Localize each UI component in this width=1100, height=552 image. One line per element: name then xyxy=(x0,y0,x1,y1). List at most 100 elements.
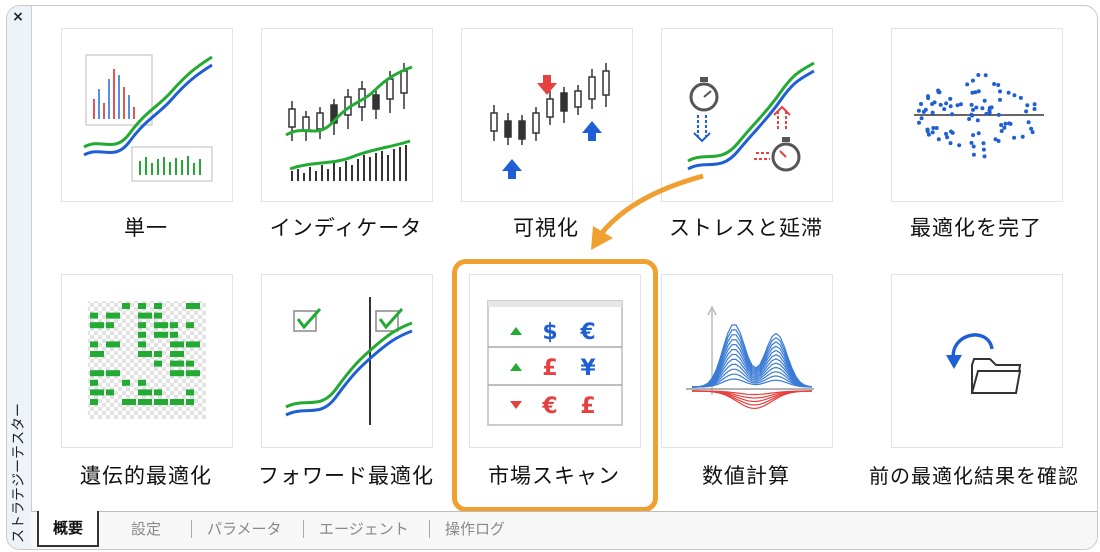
gene-block xyxy=(90,399,98,405)
gene-block xyxy=(106,312,120,319)
gene-block xyxy=(154,312,162,319)
scatter-dot xyxy=(944,101,949,106)
gene-block xyxy=(186,341,200,348)
scatter-dot xyxy=(923,107,928,112)
scatter-dot xyxy=(930,130,935,135)
scatter-dot xyxy=(930,110,935,115)
gene-block xyxy=(90,322,104,329)
scatter-dot xyxy=(996,83,1001,87)
scatter-dot xyxy=(971,144,976,149)
gene-block xyxy=(170,399,184,405)
gene-block xyxy=(106,389,114,396)
scatter-dot xyxy=(969,112,974,117)
gene-block xyxy=(186,303,200,309)
scatter-dot xyxy=(936,88,941,93)
scatter-dot xyxy=(1007,121,1012,126)
gene-block xyxy=(138,341,146,348)
mode-card-visualize[interactable] xyxy=(461,28,633,202)
mode-label-stress-delay: ストレスと延滞 xyxy=(669,216,823,240)
gene-block xyxy=(138,389,152,396)
gene-block xyxy=(90,312,98,319)
gene-block xyxy=(170,360,184,367)
scatter-dot xyxy=(976,89,981,94)
tab-separator xyxy=(303,520,304,538)
math-calculation-icon xyxy=(686,305,814,410)
scatter-dot xyxy=(1030,130,1035,135)
forward-optimization-icon xyxy=(285,297,413,425)
tab-overview[interactable]: 概要 xyxy=(37,511,100,547)
gene-block xyxy=(138,331,146,338)
gene-block xyxy=(106,341,120,348)
mode-card-complete-optimization[interactable] xyxy=(891,28,1063,202)
scatter-dot xyxy=(916,108,921,113)
gene-block xyxy=(154,360,162,367)
gene-block xyxy=(170,322,178,329)
scatter-dot xyxy=(957,143,962,148)
scatter-dot xyxy=(999,129,1004,133)
scatter-dot xyxy=(950,112,955,117)
scatter-dot xyxy=(942,107,947,112)
scatter-dot xyxy=(970,78,975,83)
mode-card-forward[interactable] xyxy=(261,274,433,448)
scatter-dot xyxy=(949,129,953,134)
scatter-dot xyxy=(1032,107,1037,111)
scatter-dot xyxy=(931,126,936,130)
gene-block xyxy=(138,312,152,319)
scatter-dot xyxy=(1020,134,1025,139)
gene-block xyxy=(90,379,98,386)
gene-block xyxy=(170,351,184,357)
mode-card-math[interactable] xyxy=(661,274,833,448)
scatter-dot xyxy=(975,118,980,123)
scatter-dot xyxy=(982,154,987,159)
scatter-dot xyxy=(948,141,953,146)
scatter-dot xyxy=(967,117,972,121)
gene-block xyxy=(138,379,146,386)
mode-card-single[interactable] xyxy=(61,28,233,202)
mode-label-indicator: インディケータ xyxy=(269,216,423,240)
mode-card-previous-results[interactable] xyxy=(891,274,1063,448)
mode-label-forward: フォワード最適化 xyxy=(258,464,434,488)
scatter-dot xyxy=(971,133,976,138)
gene-block xyxy=(122,399,136,405)
scatter-dot xyxy=(971,152,976,157)
gene-block xyxy=(170,370,184,377)
scatter-dot xyxy=(1012,93,1017,98)
scatter-dot xyxy=(1029,126,1034,131)
mode-label-math: 数値計算 xyxy=(702,464,790,488)
mode-card-indicator[interactable] xyxy=(261,28,433,202)
scatter-dot xyxy=(998,97,1002,102)
scatter-dot xyxy=(932,100,937,105)
panel-side-strip: × ストラテジーテスター xyxy=(7,6,32,549)
scatter-dot xyxy=(981,141,986,146)
gene-block xyxy=(122,303,130,309)
strategy-tester-panel: × ストラテジーテスター 単一 インディケータ 可視化 ストレスと延滞 最適化を… xyxy=(6,5,1098,550)
gene-block xyxy=(154,389,162,396)
tab-agents[interactable]: エージェント xyxy=(319,512,409,546)
gene-block xyxy=(186,399,194,405)
gene-block xyxy=(186,360,194,367)
gene-block xyxy=(186,389,194,396)
visualize-test-icon xyxy=(490,63,610,179)
wave-line xyxy=(692,390,812,410)
close-icon[interactable]: × xyxy=(9,8,27,26)
gene-block xyxy=(154,322,168,329)
gene-block xyxy=(154,331,168,338)
scatter-dot xyxy=(969,102,974,107)
mode-card-stress-delay[interactable] xyxy=(661,28,833,202)
scatter-dot xyxy=(955,103,960,108)
indicator-test-icon xyxy=(285,63,413,181)
tab-journal[interactable]: 操作ログ xyxy=(445,512,505,546)
tab-settings[interactable]: 設定 xyxy=(131,512,161,546)
mode-card-genetic[interactable] xyxy=(61,274,233,448)
scatter-dot xyxy=(1025,103,1030,108)
scatter-dot xyxy=(919,116,924,121)
tab-parameters[interactable]: パラメータ xyxy=(207,512,282,546)
gene-block xyxy=(186,370,200,377)
tab-separator xyxy=(429,520,430,538)
gene-block xyxy=(154,303,162,309)
tester-tab-bar: 概要 設定 パラメータ エージェント 操作ログ xyxy=(31,511,1097,549)
gene-block xyxy=(170,331,178,338)
scatter-dot xyxy=(936,137,941,142)
scatter-dot xyxy=(1018,95,1023,100)
scatter-dot xyxy=(965,82,970,87)
